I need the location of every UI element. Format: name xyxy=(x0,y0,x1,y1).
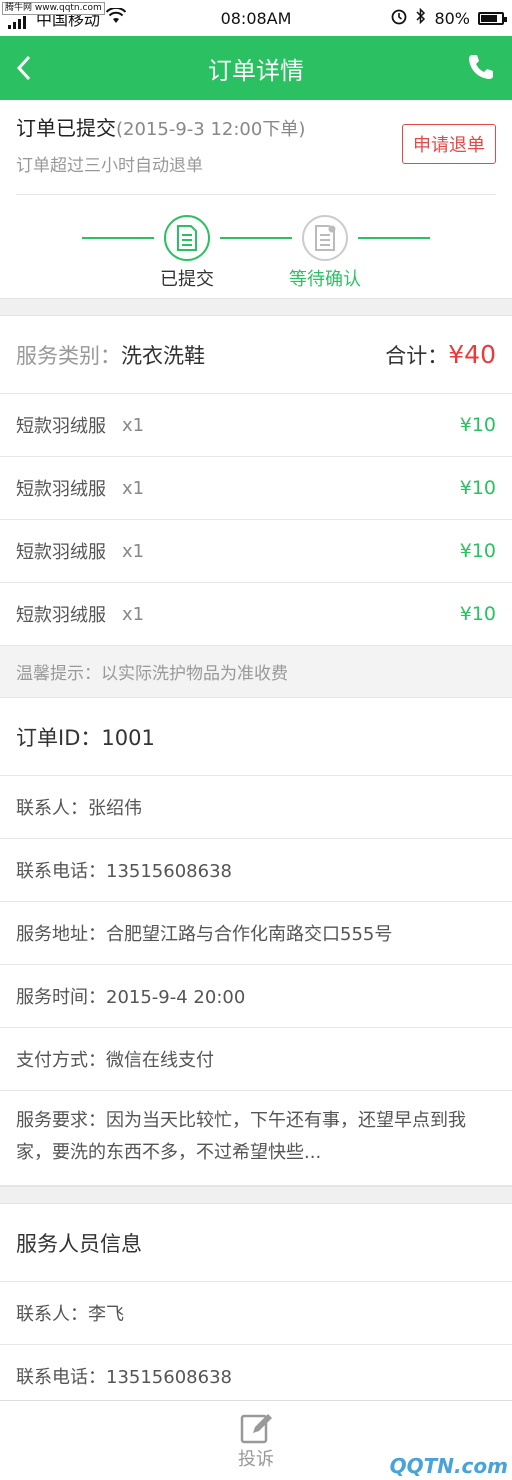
list-item: 短款羽绒服 x1 ¥10 xyxy=(0,520,512,583)
staff-contact-name: 联系人：李飞 xyxy=(0,1282,512,1345)
item-price: ¥10 xyxy=(459,540,496,562)
staff-contact-phone[interactable]: 联系电话：13515608638 xyxy=(0,1345,512,1408)
service-category-value: 洗衣洗鞋 xyxy=(121,343,205,368)
back-button[interactable] xyxy=(0,36,48,100)
complain-button[interactable]: 投诉 QQTN.com xyxy=(0,1400,512,1480)
step-label-submitted: 已提交 xyxy=(160,269,214,290)
document-pending-icon xyxy=(315,225,336,251)
refund-button[interactable]: 申请退单 xyxy=(402,124,496,164)
service-category-label: 服务类别： xyxy=(16,343,121,368)
list-item: 短款羽绒服 x1 ¥10 xyxy=(0,583,512,646)
battery-icon xyxy=(478,11,507,25)
bluetooth-icon xyxy=(416,7,426,29)
step-label-waiting: 等待确认 xyxy=(289,269,361,290)
edit-icon xyxy=(240,1413,272,1443)
progress-line xyxy=(220,237,292,239)
staff-section-title: 服务人员信息 xyxy=(0,1204,512,1282)
service-time: 服务时间：2015-9-4 20:00 xyxy=(0,965,512,1028)
wifi-icon xyxy=(105,6,127,28)
list-item: 短款羽绒服 x1 ¥10 xyxy=(0,457,512,520)
section-gap xyxy=(0,1186,512,1204)
item-qty: x1 xyxy=(122,603,145,625)
complain-label: 投诉 xyxy=(238,1448,274,1470)
watermark-bottom: QQTN.com xyxy=(389,1454,508,1478)
order-time: (2015-9-3 12:00下单) xyxy=(116,119,306,140)
battery-percent: 80% xyxy=(434,8,470,28)
phone-icon xyxy=(469,55,493,79)
item-qty: x1 xyxy=(122,414,145,436)
payment-method: 支付方式：微信在线支付 xyxy=(0,1028,512,1091)
status-bar: 腾牛网 www.qqtn.com 中国移动 08:08AM 80% xyxy=(0,0,512,36)
item-name: 短款羽绒服 xyxy=(16,605,106,626)
item-name: 短款羽绒服 xyxy=(16,479,106,500)
alarm-icon xyxy=(390,7,408,29)
item-name: 短款羽绒服 xyxy=(16,416,106,437)
chevron-left-icon xyxy=(16,55,31,81)
order-id: 订单ID：1001 xyxy=(0,698,512,776)
contact-name: 联系人：张绍伟 xyxy=(0,776,512,839)
watermark-top: 腾牛网 www.qqtn.com xyxy=(2,2,105,15)
order-status-text: 订单已提交 xyxy=(16,116,116,140)
total-value: ¥40 xyxy=(448,339,496,369)
item-qty: x1 xyxy=(122,540,145,562)
progress-line xyxy=(82,237,154,239)
item-name: 短款羽绒服 xyxy=(16,542,106,563)
step-submitted xyxy=(164,215,210,261)
nav-bar: 订单详情 xyxy=(0,36,512,100)
clock: 08:08AM xyxy=(220,8,292,28)
order-progress: 已提交 等待确认 xyxy=(16,195,496,305)
list-item: 短款羽绒服 x1 ¥10 xyxy=(0,394,512,457)
document-icon xyxy=(177,225,197,251)
item-price: ¥10 xyxy=(459,414,496,436)
signal-icon xyxy=(8,14,30,33)
battery-fill xyxy=(481,14,497,22)
item-qty: x1 xyxy=(122,477,145,499)
contact-phone[interactable]: 联系电话：13515608638 xyxy=(0,839,512,902)
service-requirement: 服务要求：因为当天比较忙，下午还有事，还望早点到我家，要洗的东西不多，不过希望快… xyxy=(0,1091,512,1186)
order-status-card: 订单已提交(2015-9-3 12:00下单) 订单超过三小时自动退单 申请退单… xyxy=(0,100,512,298)
phone-button[interactable] xyxy=(466,52,498,84)
service-address: 服务地址：合肥望江路与合作化南路交口555号 xyxy=(0,902,512,965)
service-category-row: 服务类别： 洗衣洗鞋 合计：¥40 xyxy=(0,316,512,394)
page-title: 订单详情 xyxy=(208,56,304,85)
total-amount: 合计：¥40 xyxy=(385,340,496,370)
item-price: ¥10 xyxy=(459,603,496,625)
total-label: 合计： xyxy=(385,343,449,368)
step-waiting xyxy=(302,215,348,261)
progress-line xyxy=(358,237,430,239)
pricing-tip: 温馨提示：以实际洗护物品为准收费 xyxy=(0,646,512,698)
item-price: ¥10 xyxy=(459,477,496,499)
